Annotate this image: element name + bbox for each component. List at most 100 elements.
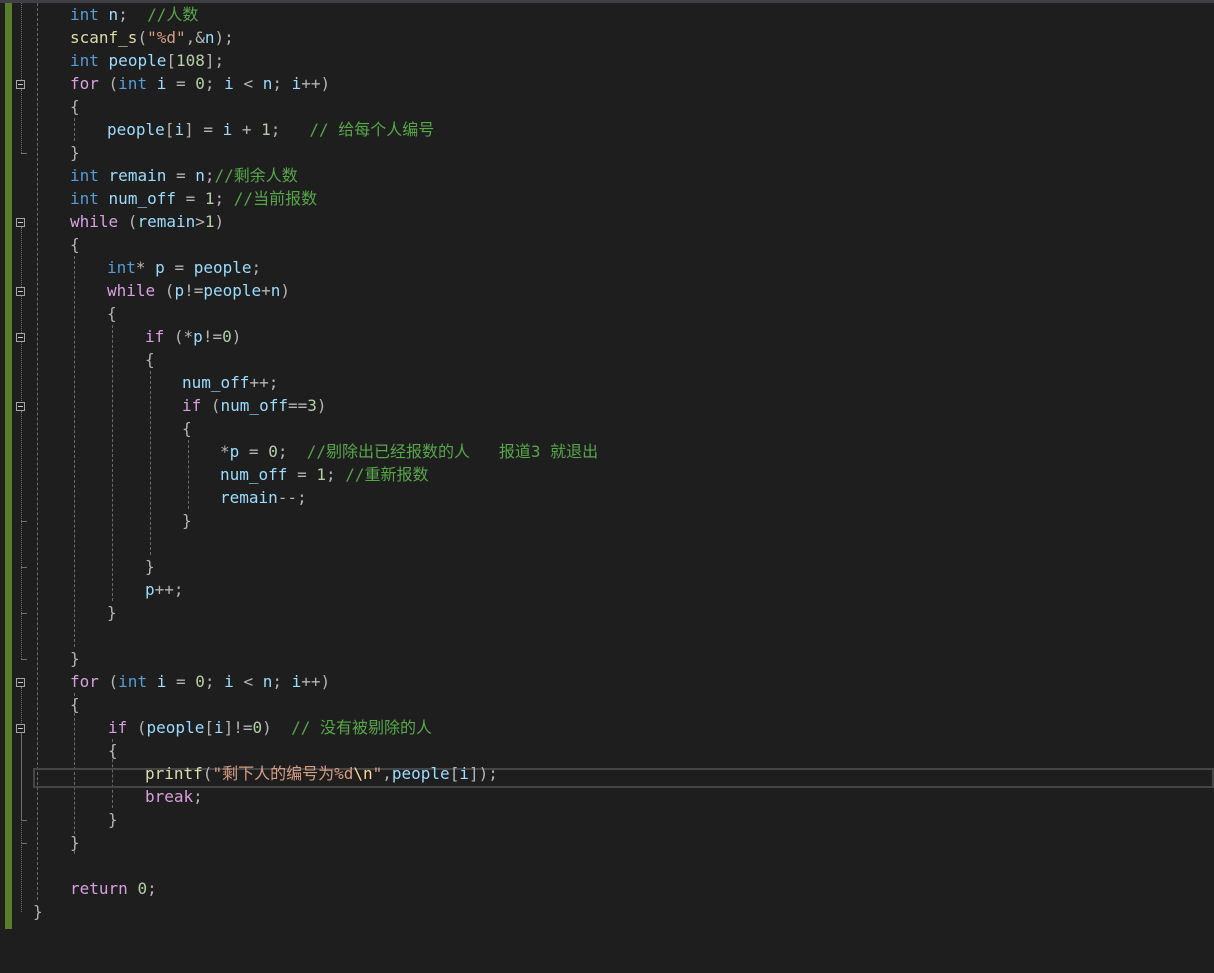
fold-end-marker [21,819,27,821]
code-line[interactable]: int remain = n;//剩余人数 [70,164,298,187]
code-token: [ [166,51,176,70]
code-token: ) [262,718,292,737]
code-token: printf [145,764,203,783]
code-token: ( [202,764,213,783]
code-line[interactable]: } [33,900,43,923]
collapse-toggle-icon[interactable] [16,332,25,342]
code-line[interactable]: for (int i = 0; i < n; i++) [70,670,330,693]
collapse-toggle-icon[interactable] [16,723,25,733]
code-token: //人数 [147,5,199,24]
code-line[interactable]: scanf_s("%d",&n); [70,26,234,49]
code-token: "%d" [147,28,186,47]
fold-range-line [21,732,22,820]
code-line[interactable]: return 0; [70,877,157,900]
code-line[interactable]: { [107,302,117,325]
code-line[interactable]: if (num_off==3) [182,394,327,417]
code-line[interactable]: int* p = people; [107,256,261,279]
code-line[interactable]: printf("剩下人的编号为%d\n",people[i]); [145,762,498,785]
code-token: { [70,235,80,254]
code-line[interactable]: } [108,808,118,831]
function-fold-line [21,3,22,80]
code-line[interactable]: { [70,693,80,716]
code-line[interactable]: } [182,509,192,532]
code-line[interactable]: num_off++; [182,371,278,394]
code-line[interactable]: if (*p!=0) [145,325,241,348]
code-token: ]; [204,51,225,70]
code-line[interactable]: while (remain>1) [70,210,224,233]
collapse-toggle-icon[interactable] [16,286,25,296]
code-token: i [224,74,234,93]
code-token: 1 [261,120,271,139]
code-token: if [182,396,202,415]
code-editor[interactable]: int n; //人数 scanf_s("%d",&n); int people[1… [0,0,1214,973]
code-token: p [145,580,155,599]
code-line[interactable]: break; [145,785,203,808]
code-line[interactable]: } [70,647,80,670]
code-token: p [174,281,185,300]
code-token: ( [155,281,175,300]
code-token: ) [231,327,242,346]
code-line[interactable]: int n; //人数 [70,3,198,26]
indent-guide-line [188,440,189,509]
code-line[interactable]: int num_off = 1; //当前报数 [70,187,317,210]
code-line[interactable]: p++; [145,578,184,601]
code-token: { [70,695,80,714]
code-line[interactable]: } [70,831,80,854]
code-line[interactable]: num_off = 1; //重新报数 [220,463,429,486]
code-line[interactable]: int people[108]; [70,49,224,72]
code-token: { [108,741,118,760]
code-token: n [262,672,273,691]
code-line[interactable]: { [182,417,192,440]
code-token: ; [272,672,292,691]
code-token: --; [277,488,307,507]
code-token: + [232,120,262,139]
code-token: people [107,120,165,139]
code-token: ++) [301,74,331,93]
code-line[interactable]: } [70,141,80,164]
code-token: * [135,258,156,277]
code-token: ++) [301,672,331,691]
code-token: ; [204,74,225,93]
code-line[interactable]: { [70,233,80,256]
code-token: n [262,74,273,93]
code-line[interactable]: for (int i = 0; i < n; i++) [70,72,330,95]
code-line[interactable]: *p = 0; //剔除出已经报数的人 报道3 就退出 [220,440,598,463]
code-line[interactable]: while (p!=people+n) [107,279,290,302]
code-token: num_off [220,465,288,484]
code-token: = [239,442,269,461]
code-token: = [287,465,317,484]
code-token: i [291,74,302,93]
collapse-toggle-icon[interactable] [16,79,25,89]
code-token: people [391,764,450,783]
code-token: ; [204,672,225,691]
code-line[interactable]: { [145,348,155,371]
collapse-toggle-icon[interactable] [16,217,25,227]
code-token: = [166,672,196,691]
code-token: for [70,672,99,691]
code-line[interactable]: if (people[i]!=0) // 没有被剔除的人 [108,716,432,739]
code-line[interactable]: people[i] = i + 1; // 给每个人编号 [107,118,434,141]
code-token: (* [164,327,194,346]
code-token: 0 [268,442,278,461]
code-token: > [195,212,205,231]
collapse-toggle-icon[interactable] [16,401,25,411]
code-token: int [118,672,148,691]
code-token: == [287,396,308,415]
code-token: 1 [204,212,215,231]
code-token: ( [137,28,148,47]
code-token: i [156,672,167,691]
code-token: int [70,166,99,185]
code-line[interactable]: } [145,555,155,578]
code-line[interactable]: { [108,739,118,762]
code-token: ; [193,787,203,806]
collapse-toggle-icon[interactable] [16,677,25,687]
fold-end-marker [21,658,27,660]
code-line[interactable]: } [107,601,117,624]
code-token: { [107,304,117,323]
code-token: + [261,281,271,300]
code-line[interactable]: remain--; [220,486,307,509]
code-line[interactable]: { [70,95,80,118]
code-token: ) [214,212,225,231]
